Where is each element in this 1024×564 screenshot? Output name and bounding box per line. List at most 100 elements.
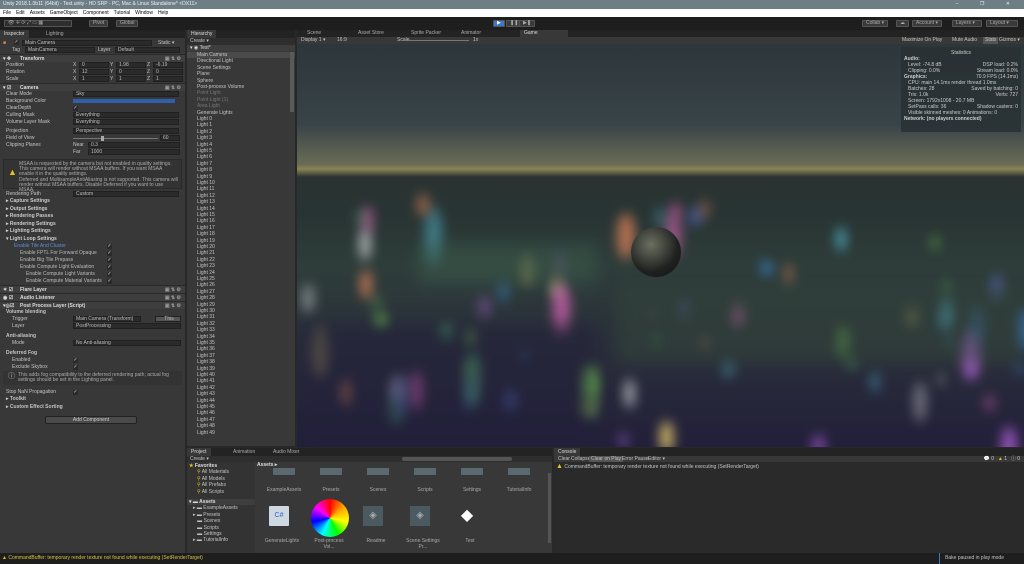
menu-window[interactable]: Window [135,10,153,16]
folder-label[interactable]: Scripts [405,487,445,493]
hierarchy-item[interactable]: Light 49 [197,430,215,436]
folder-icon[interactable] [320,468,342,475]
tab-animation[interactable]: Animation [229,448,259,456]
transform-z-input[interactable]: -6.19 [153,62,183,68]
tab-asset-store[interactable]: Asset Store [354,30,388,37]
folder-icon[interactable] [367,468,389,475]
tab-scene[interactable]: Scene [303,30,325,37]
folder-icon[interactable] [461,468,483,475]
window-controls[interactable]: – ❐ ✕ [956,0,1020,9]
section-foldout[interactable]: ▸ Rendering Settings [6,221,56,229]
transform-z-input[interactable]: 1 [153,76,183,82]
folder-label[interactable]: Scenes [358,487,398,493]
fov-slider-handle[interactable] [101,136,105,141]
readme-asset-icon[interactable]: ◈ [363,506,383,526]
display-dropdown[interactable]: Display 1 ▾ [301,37,325,44]
tab-console[interactable]: Console [554,448,581,456]
cloud-icon[interactable]: ☁ [896,20,909,27]
this-button[interactable]: This [155,316,181,322]
tab-game[interactable]: Game [520,30,568,37]
transform-x-input[interactable]: 0 [79,62,109,68]
asset-label[interactable]: Readme [356,538,396,544]
aa-mode-dropdown[interactable]: No Anti-aliasing [73,340,181,346]
mute-audio-toggle[interactable]: Mute Audio [952,37,977,44]
error-count-toggle[interactable]: ⓘ 0 [1011,456,1020,462]
project-search-input[interactable] [402,457,512,461]
tab-inspector[interactable]: Inspector [0,30,29,38]
fov-slider[interactable] [73,138,158,139]
tab-hierarchy[interactable]: Hierarchy [187,30,217,38]
layers-dropdown[interactable]: Layers ▾ [952,20,982,27]
folder-icon[interactable] [414,468,436,475]
exclude-skybox-checkbox[interactable]: ✓ [73,365,78,370]
warning-count-toggle[interactable]: ▲ 1 [998,456,1007,462]
layer-dropdown[interactable]: Default [115,47,180,53]
menu-help[interactable]: Help [158,10,168,16]
scale-slider[interactable] [409,40,469,41]
tab-lighting[interactable]: Lighting [42,30,68,38]
menu-edit[interactable]: Edit [16,10,25,16]
play-button[interactable]: ▶ [493,20,505,27]
volume-layer-mask-dropdown[interactable]: Everything [73,119,179,125]
folder-label[interactable]: Presets [311,487,351,493]
light-loop-checkbox[interactable]: ✓ [107,251,112,256]
light-loop-checkbox[interactable]: ✓ [107,265,112,270]
console-editor-button[interactable]: Editor ▾ [646,456,667,462]
folder-label[interactable]: Settings [452,487,492,493]
far-input[interactable]: 1000 [88,149,180,155]
fov-input[interactable]: 60 [160,135,180,141]
menu-tutorial[interactable]: Tutorial [114,10,131,16]
section-foldout[interactable]: ▾ Light Loop Settings [6,236,57,244]
ppl-layer-dropdown[interactable]: PostProcessing [73,323,181,329]
step-button[interactable]: ▶❚ [519,20,536,27]
folder-label[interactable]: TutorialInfo [499,487,539,493]
clear-depth-checkbox[interactable]: ✓ [73,106,78,111]
light-loop-checkbox[interactable]: ✓ [107,258,112,263]
maximize-on-play-toggle[interactable]: Maximize On Play [902,37,942,44]
folder-icon[interactable] [508,468,530,475]
active-checkbox[interactable]: ✓ [14,40,19,45]
projection-dropdown[interactable]: Perspective [73,128,179,134]
object-name-input[interactable]: Main Camera [22,40,152,46]
gizmos-dropdown[interactable]: Gizmos ▾ [999,37,1020,44]
section-foldout[interactable]: ▸ Output Settings [6,206,47,214]
fog-enabled-checkbox[interactable]: ✓ [73,358,78,363]
transform-x-input[interactable]: 1 [79,76,109,82]
tab-audio-mixer[interactable]: Audio Mixer [269,448,303,456]
transform-tools[interactable]: 👁 ✛ ⟳ ⤢ ▭ ▦ [4,20,72,27]
folder-label[interactable]: ExampleAssets [264,487,304,493]
asset-label[interactable]: GenerateLights [262,538,302,544]
menu-file[interactable]: File [3,10,11,16]
trigger-field[interactable]: Main Camera (Transform) [73,316,141,322]
transform-x-input[interactable]: 12 [79,69,109,75]
global-button[interactable]: Global [116,20,139,27]
console-clear-on-playbutton[interactable]: Clear on Play [589,456,624,462]
menu-assets[interactable]: Assets [30,10,45,16]
near-input[interactable]: 0.3 [88,142,180,148]
project-scrollbar[interactable] [548,473,551,543]
tab-project[interactable]: Project [187,448,211,456]
csharp-script-icon[interactable]: C# [269,506,289,526]
collab-button[interactable]: Collab ▾ [862,20,889,27]
aspect-dropdown[interactable]: 16:9 [337,37,347,44]
scrollbar[interactable] [290,52,294,112]
transform-z-input[interactable]: 0 [153,69,183,75]
account-dropdown[interactable]: Account ▾ [912,20,942,27]
game-view[interactable]: Statistics Audio: Level: -74.8 dB DSP loa… [297,44,1024,447]
menu-component[interactable]: Component [83,10,109,16]
asset-label[interactable]: Post-process Vol... [309,538,349,550]
culling-mask-dropdown[interactable]: Everything [73,112,179,118]
log-count-toggle[interactable]: 💬 0 [984,456,994,462]
asset-folder-item[interactable]: ▸ ▬ TutorialInfo [187,537,255,543]
console-entry[interactable]: ▲ CommandBuffer: temporary render textur… [556,463,759,471]
favorite-item[interactable]: ⚲ All Scripts [187,489,255,495]
pivot-button[interactable]: Pivot [89,20,109,27]
section-foldout[interactable]: ▸ Rendering Passes [6,213,53,221]
scene-settings-icon[interactable]: ◈ [410,506,430,526]
tag-dropdown[interactable]: MainCamera [25,47,95,53]
background-color-swatch[interactable] [73,99,175,103]
stats-toggle[interactable]: Stats [983,37,999,44]
light-loop-checkbox[interactable]: ✓ [107,272,112,277]
tab-animator[interactable]: Animator [457,30,485,37]
menu-gameobject[interactable]: GameObject [50,10,78,16]
